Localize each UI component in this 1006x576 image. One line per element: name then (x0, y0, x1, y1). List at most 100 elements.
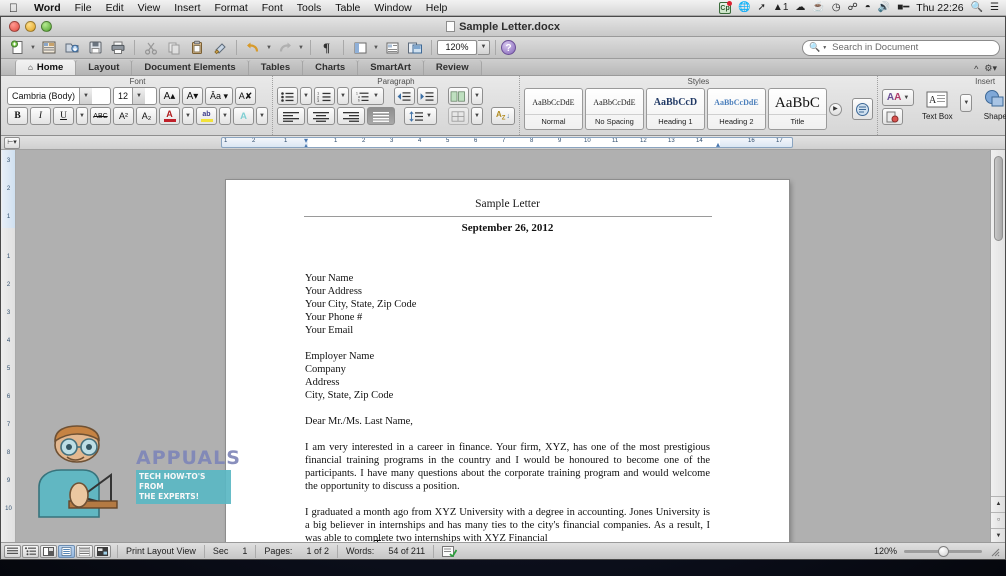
menu-item-format[interactable]: Format (208, 2, 255, 14)
copy-button[interactable] (163, 38, 185, 57)
wordart-button[interactable]: AA ▼ (881, 89, 915, 106)
line-spacing-button[interactable]: ▼ (404, 107, 437, 125)
publishing-view-button[interactable] (40, 544, 57, 558)
new-document-button[interactable] (6, 38, 28, 57)
save-button[interactable] (84, 38, 106, 57)
menu-item-edit[interactable]: Edit (99, 2, 131, 14)
vertical-scrollbar[interactable]: ▲ ○ ▼ (990, 150, 1005, 542)
style-title[interactable]: AaBbC Title (767, 88, 827, 130)
draft-view-button[interactable] (4, 544, 21, 558)
font-color-button[interactable]: A (159, 107, 180, 125)
chevron-right-icon[interactable]: ▶ (828, 102, 842, 116)
chevron-up-icon[interactable]: ^ (974, 64, 978, 74)
text-box-button[interactable]: A Text Box (918, 89, 956, 121)
tab-home[interactable]: ⌂ Home (15, 60, 77, 75)
font-size-combo[interactable]: 12 ▼ (113, 87, 157, 105)
justify-button[interactable] (367, 107, 395, 125)
vertical-ruler[interactable]: 3 2 1 1 2 3 4 5 6 7 8 9 10 (1, 150, 16, 542)
publishing-layout-button[interactable] (404, 38, 426, 57)
bullet-list-button[interactable] (277, 87, 298, 105)
right-indent-marker[interactable]: ▴ (716, 140, 720, 147)
copy-paste-icon[interactable]: Cp (719, 0, 733, 14)
tab-smartart[interactable]: SmartArt (357, 60, 424, 75)
cloud-icon[interactable]: ☁ (795, 2, 805, 13)
redo-caret-icon[interactable]: ▼ (297, 45, 305, 51)
document-canvas[interactable]: Sample Letter September 26, 2012 Your Na… (16, 150, 1005, 542)
borders-button[interactable] (447, 107, 469, 125)
numbered-list-button[interactable]: 123 (314, 87, 335, 105)
font-family-caret-icon[interactable]: ▼ (79, 88, 93, 104)
sort-az-button[interactable]: AZ ↓ (490, 107, 515, 125)
highlight-button[interactable]: ab (196, 107, 217, 125)
paste-clipboard-button[interactable] (186, 38, 208, 57)
template-gallery-button[interactable] (38, 38, 60, 57)
align-center-button[interactable] (307, 107, 335, 125)
list-icon[interactable]: ☰ (990, 2, 999, 13)
cut-button[interactable] (140, 38, 162, 57)
underline-button[interactable]: U (53, 107, 74, 125)
font-size-caret-icon[interactable]: ▼ (132, 88, 146, 104)
pilcrow-show-marks-button[interactable]: ¶ (316, 38, 338, 57)
document-body[interactable]: Your Name Your Address Your City, State,… (226, 234, 789, 542)
search-in-document-field[interactable]: 🔍 ▼ Search in Document (802, 39, 1000, 56)
gear-icon[interactable]: ⚙▾ (984, 63, 997, 74)
style-normal[interactable]: AaBbCcDdE Normal (523, 88, 583, 130)
globe-sync-icon[interactable]: 🌐 (738, 2, 750, 13)
shape-button[interactable]: Shape (976, 89, 1006, 121)
print-button[interactable] (107, 38, 129, 57)
borders-caret-icon[interactable]: ▼ (470, 107, 483, 125)
scroll-up-icon[interactable]: ▲ (991, 496, 1005, 512)
tab-tables[interactable]: Tables (247, 60, 304, 75)
zoom-slider[interactable] (904, 545, 982, 557)
bullet-list-caret-icon[interactable]: ▼ (300, 87, 312, 105)
increase-indent-button[interactable] (416, 87, 438, 105)
scroll-down-icon[interactable]: ▼ (991, 528, 1005, 542)
sidebar-caret-icon[interactable]: ▼ (372, 45, 380, 51)
left-indent-marker[interactable]: ▴ (304, 141, 308, 147)
grow-font-button[interactable]: A▴ (159, 87, 180, 105)
object-button[interactable] (881, 108, 903, 125)
wifi-icon[interactable]: ◓ (865, 2, 871, 13)
tab-review[interactable]: Review (422, 60, 482, 75)
style-heading-1[interactable]: AaBbCcD Heading 1 (645, 88, 705, 130)
font-family-combo[interactable]: Cambria (Body) ▼ (7, 87, 111, 105)
align-right-button[interactable] (337, 107, 365, 125)
open-folder-button[interactable] (61, 38, 83, 57)
format-painter-button[interactable] (209, 38, 231, 57)
underline-caret-icon[interactable]: ▼ (76, 107, 88, 125)
zoom-button[interactable] (41, 21, 52, 32)
menu-item-view[interactable]: View (131, 2, 168, 14)
menu-item-window[interactable]: Window (367, 2, 418, 14)
subscript-button[interactable]: A₂ (136, 107, 157, 125)
superscript-button[interactable]: A² (113, 107, 134, 125)
text-effects-button[interactable]: A (233, 107, 254, 125)
search-icon[interactable]: 🔍 (971, 2, 983, 13)
align-left-button[interactable] (277, 107, 305, 125)
battery-icon[interactable]: ■━ (897, 2, 909, 13)
zoom-slider-knob[interactable] (938, 545, 949, 557)
new-document-caret-icon[interactable]: ▼ (29, 45, 37, 51)
sidebar-pane-button[interactable] (349, 38, 371, 57)
menu-item-file[interactable]: File (68, 2, 99, 14)
multilevel-list-button[interactable]: 1ab ▼ (351, 87, 384, 105)
tab-layout[interactable]: Layout (75, 60, 133, 75)
text-box-caret-icon[interactable]: ▼ (960, 94, 973, 112)
coffee-icon[interactable]: ☕ (812, 2, 824, 13)
clock-icon[interactable]: ◷ (832, 2, 841, 13)
change-case-button[interactable]: Âa ▾ (205, 87, 234, 105)
strikethrough-button[interactable]: ABC (90, 107, 111, 125)
minimize-button[interactable] (25, 21, 36, 32)
menu-item-word[interactable]: Word (27, 2, 68, 14)
zoom-level-input[interactable]: 120% (437, 40, 477, 55)
window-title-bar[interactable]: Sample Letter.docx (1, 17, 1005, 37)
tab-document-elements[interactable]: Document Elements (131, 60, 249, 75)
columns-button[interactable] (447, 87, 469, 105)
focus-view-button[interactable] (94, 544, 111, 558)
spellcheck-cell[interactable] (433, 544, 465, 558)
style-no-spacing[interactable]: AaBbCcDdE No Spacing (584, 88, 644, 130)
bluetooth-icon[interactable]: ☍ (848, 2, 858, 13)
undo-button[interactable] (242, 38, 264, 57)
notebook-view-button[interactable] (76, 544, 93, 558)
shrink-font-button[interactable]: A▾ (182, 87, 203, 105)
menu-item-insert[interactable]: Insert (167, 2, 207, 14)
